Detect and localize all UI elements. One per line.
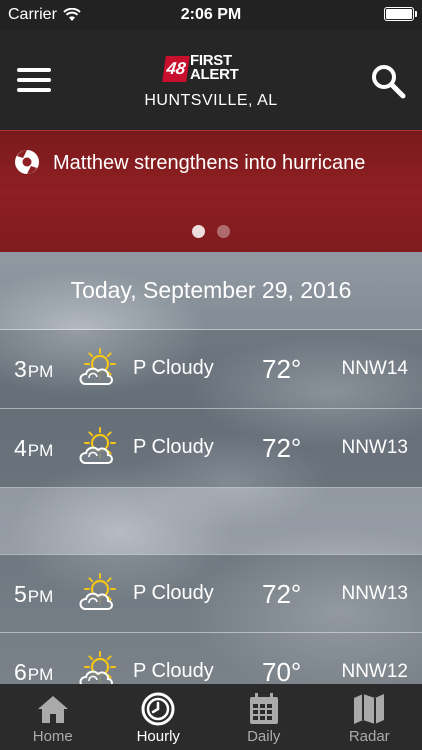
temperature: 72° xyxy=(262,354,302,384)
search-icon[interactable] xyxy=(370,63,406,99)
tab-bar: Home Hourly Daily Radar xyxy=(0,684,422,750)
partly-cloudy-icon xyxy=(79,427,116,464)
logo-words: FIRST ALERT xyxy=(190,52,239,83)
clock-icon xyxy=(141,692,175,726)
page-dot[interactable] xyxy=(217,225,230,238)
page-dot[interactable] xyxy=(192,225,205,238)
hourly-forecast: Today, September 29, 2016 3PM P Cloudy 7… xyxy=(0,252,422,712)
temperature: 72° xyxy=(262,579,302,609)
app-header: 48 FIRST ALERT HUNTSVILLE, AL xyxy=(0,30,422,130)
tab-label: Daily xyxy=(247,728,281,745)
wind-label: NNW13 xyxy=(341,583,408,604)
hourly-row[interactable]: 4PM P Cloudy 72° NNW13 xyxy=(0,409,422,488)
ad-placeholder xyxy=(0,488,422,554)
tab-label: Hourly xyxy=(136,728,180,745)
hourly-row[interactable]: 3PM P Cloudy 72° NNW14 xyxy=(0,330,422,409)
hurricane-icon xyxy=(15,150,39,174)
page-indicator xyxy=(0,225,422,238)
date-header: Today, September 29, 2016 xyxy=(0,252,422,330)
home-icon xyxy=(37,696,68,723)
hourly-row[interactable]: 5PM P Cloudy 72° NNW13 xyxy=(0,554,422,633)
condition-label: P Cloudy xyxy=(133,436,214,458)
tab-hourly[interactable]: Hourly xyxy=(106,684,212,750)
calendar-icon xyxy=(249,693,278,724)
tab-radar[interactable]: Radar xyxy=(317,684,422,750)
hour-label: 5PM xyxy=(14,581,54,607)
hour-label: 3PM xyxy=(14,356,54,382)
partly-cloudy-icon xyxy=(79,573,116,610)
menu-button[interactable] xyxy=(17,68,51,94)
map-icon xyxy=(354,694,385,724)
wind-label: NNW13 xyxy=(341,437,408,458)
wind-label: NNW12 xyxy=(341,661,408,682)
hour-label: 6PM xyxy=(14,659,54,685)
tab-daily[interactable]: Daily xyxy=(211,684,317,750)
tab-home[interactable]: Home xyxy=(0,684,106,750)
tab-label: Radar xyxy=(348,728,390,745)
temperature: 72° xyxy=(262,433,302,463)
condition-label: P Cloudy xyxy=(133,660,214,682)
status-time: 2:06 PM xyxy=(180,6,242,23)
condition-label: P Cloudy xyxy=(133,357,214,379)
location-label: HUNTSVILLE, AL xyxy=(144,92,278,109)
battery-icon xyxy=(384,7,417,21)
station-logo: 48 FIRST ALERT xyxy=(162,52,258,84)
condition-label: P Cloudy xyxy=(133,582,214,604)
wind-label: NNW14 xyxy=(341,358,408,379)
logo-number: 48 xyxy=(162,56,190,82)
alert-headline: Matthew strengthens into hurricane xyxy=(53,152,366,174)
hour-label: 4PM xyxy=(14,435,54,461)
partly-cloudy-icon xyxy=(79,348,116,385)
status-bar: Carrier 2:06 PM xyxy=(0,0,422,30)
alert-banner[interactable]: Matthew strengthens into hurricane xyxy=(0,130,422,252)
tab-label: Home xyxy=(32,728,73,745)
